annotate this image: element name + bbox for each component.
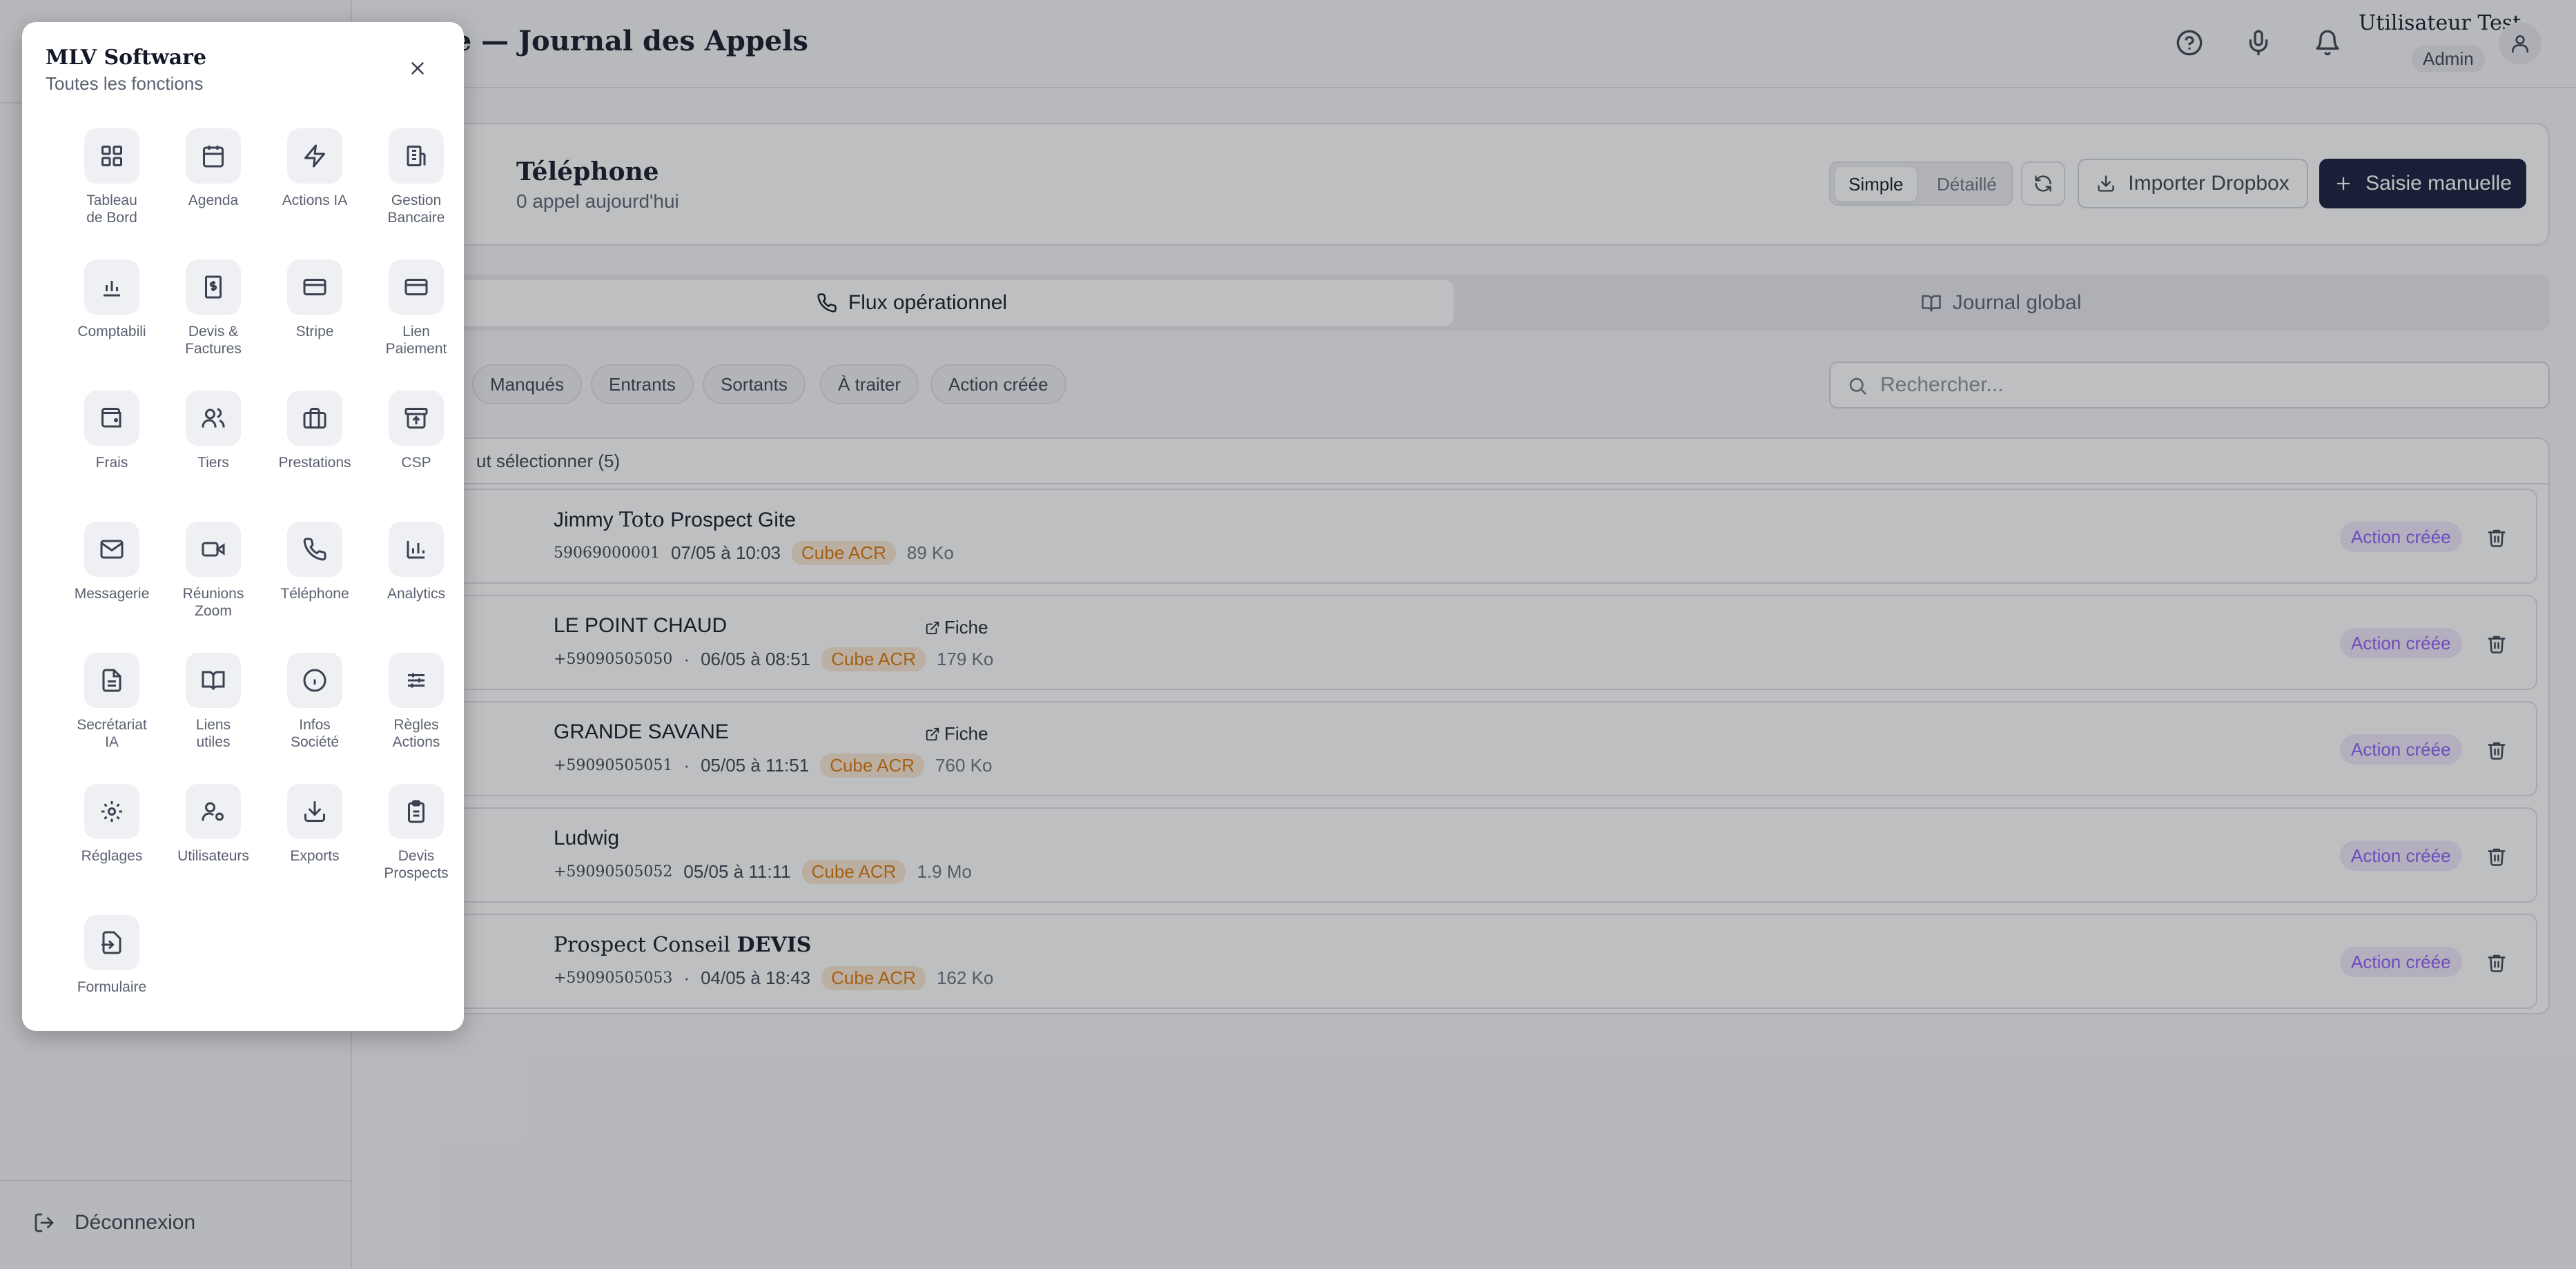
function-devis-factures[interactable]: Devis & Factures [165, 259, 262, 377]
function-agenda[interactable]: Agenda [165, 128, 262, 246]
function-label: Exports [290, 848, 340, 864]
function-label: Réglages [81, 848, 143, 864]
function-frais[interactable]: Frais [64, 391, 160, 508]
function-label: Actions IA [282, 193, 348, 208]
form-import-icon [84, 915, 139, 970]
function-regles-actions[interactable]: Règles Actions [368, 653, 465, 770]
function-label: Frais [95, 455, 128, 471]
function-devis-prospects[interactable]: Devis Prospects [368, 784, 465, 901]
function-exports[interactable]: Exports [266, 784, 363, 901]
archive-icon [389, 391, 444, 446]
function-csp[interactable]: CSP [368, 391, 465, 508]
phone-icon [287, 522, 342, 577]
function-formulaire[interactable]: Formulaire [64, 915, 160, 1032]
function-label: Comptabili [77, 324, 146, 340]
invoice-icon [186, 259, 241, 315]
video-icon [186, 522, 241, 577]
bar-chart-icon [84, 259, 139, 315]
function-tiers[interactable]: Tiers [165, 391, 262, 508]
all-functions-panel: MLV Software Toutes les fonctions Tablea… [22, 22, 464, 1031]
function-label: Règles Actions [392, 717, 440, 750]
function-label: Gestion Bancaire [387, 193, 445, 226]
function-label: Messagerie [74, 586, 150, 602]
analytics-icon [389, 522, 444, 577]
function-label: Devis & Factures [185, 324, 242, 357]
briefcase-icon [287, 391, 342, 446]
gear-icon [84, 784, 139, 839]
function-label: Prestations [278, 455, 351, 471]
payment-link-icon [389, 259, 444, 315]
lightning-icon [287, 128, 342, 184]
function-label: Téléphone [280, 586, 349, 602]
function-label: Réunions Zoom [182, 586, 244, 619]
mail-icon [84, 522, 139, 577]
function-label: CSP [401, 455, 431, 471]
calendar-icon [186, 128, 241, 184]
bank-icon [389, 128, 444, 184]
credit-card-icon [287, 259, 342, 315]
function-label: Utilisateurs [177, 848, 249, 864]
panel-title: MLV Software [46, 46, 207, 70]
function-label: Tableau de Bord [86, 193, 137, 226]
download-icon [287, 784, 342, 839]
users-icon [186, 391, 241, 446]
function-actions-ia[interactable]: Actions IA [266, 128, 363, 246]
function-label: Agenda [188, 193, 239, 208]
function-comptabilite[interactable]: Comptabili [64, 259, 160, 377]
sliders-icon [389, 653, 444, 708]
user-gear-icon [186, 784, 241, 839]
function-stripe[interactable]: Stripe [266, 259, 363, 377]
function-analytics[interactable]: Analytics [368, 522, 465, 639]
book-icon [186, 653, 241, 708]
function-label: Liens utiles [195, 717, 231, 750]
function-label: Formulaire [77, 979, 147, 995]
wallet-icon [84, 391, 139, 446]
panel-subtitle: Toutes les fonctions [46, 73, 204, 94]
function-messagerie[interactable]: Messagerie [64, 522, 160, 639]
function-label: Infos Société [290, 717, 340, 750]
close-icon[interactable] [407, 58, 428, 79]
function-liens-utiles[interactable]: Liens utiles [165, 653, 262, 770]
function-label: Stripe [295, 324, 334, 340]
function-label: Analytics [387, 586, 446, 602]
function-infos-societe[interactable]: Infos Société [266, 653, 363, 770]
function-label: Secrétariat IA [77, 717, 147, 750]
function-lien-paiement[interactable]: Lien Paiement [368, 259, 465, 377]
dashboard-icon [84, 128, 139, 184]
function-label: Lien Paiement [385, 324, 447, 357]
function-secretariat-ia[interactable]: Secrétariat IA [64, 653, 160, 770]
function-label: Tiers [197, 455, 229, 471]
function-label: Devis Prospects [384, 848, 449, 881]
clipboard-icon [389, 784, 444, 839]
function-utilisateurs[interactable]: Utilisateurs [165, 784, 262, 901]
function-reunions-zoom[interactable]: Réunions Zoom [165, 522, 262, 639]
function-tableau-de-bord[interactable]: Tableau de Bord [64, 128, 160, 246]
document-icon [84, 653, 139, 708]
function-gestion-bancaire[interactable]: Gestion Bancaire [368, 128, 465, 246]
function-prestations[interactable]: Prestations [266, 391, 363, 508]
function-telephone[interactable]: Téléphone [266, 522, 363, 639]
info-icon [287, 653, 342, 708]
function-reglages[interactable]: Réglages [64, 784, 160, 901]
